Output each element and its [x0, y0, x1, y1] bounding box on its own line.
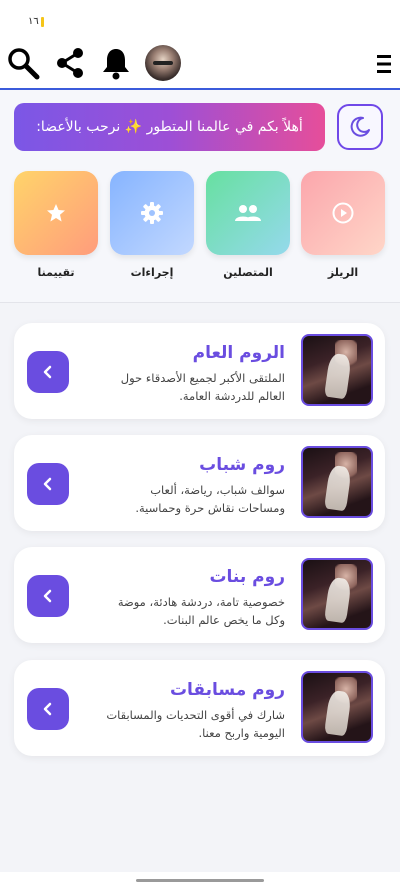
room-card-general[interactable]: الروم العام الملتقى الأكبر لجميع الأصدقا…: [14, 323, 385, 419]
rate-tile[interactable]: [14, 171, 98, 255]
reels-label: الريلز: [327, 266, 359, 279]
welcome-text: أهلاً بكم في عالمنا المتطور ✨ نرحب بالأع…: [36, 119, 303, 135]
actions-label: إجراءات: [130, 266, 174, 279]
theme-toggle-button[interactable]: [337, 104, 383, 150]
avatar[interactable]: [145, 45, 181, 81]
enter-room-button[interactable]: [27, 575, 69, 617]
search-icon[interactable]: [6, 46, 40, 80]
share-icon[interactable]: [54, 47, 86, 79]
gear-icon: [141, 202, 163, 224]
room-description: شارك في أقوى التحديات والمسابقات اليومية…: [106, 708, 285, 740]
play-icon: [332, 202, 354, 224]
room-card-contests[interactable]: روم مسابقات شارك في أقوى التحديات والمسا…: [14, 660, 385, 756]
room-card-girls[interactable]: روم بنات خصوصية تامة، دردشة هادئة، موضة …: [14, 547, 385, 643]
chevron-left-icon: [43, 702, 52, 716]
room-thumbnail: [301, 446, 373, 518]
welcome-banner: أهلاً بكم في عالمنا المتطور ✨ نرحب بالأع…: [14, 103, 325, 151]
room-title: روم شباب: [199, 455, 285, 475]
room-title: الروم العام: [192, 343, 285, 363]
home-handle[interactable]: [136, 879, 264, 882]
room-title: روم مسابقات: [169, 680, 285, 700]
status-time: ١٦: [28, 16, 39, 27]
enter-room-button[interactable]: [27, 688, 69, 730]
rate-label: تقييمنا: [37, 266, 75, 279]
enter-room-button[interactable]: [27, 463, 69, 505]
reels-tile[interactable]: [301, 171, 385, 255]
users-icon: [235, 205, 261, 221]
online-label: المتصلين: [223, 266, 273, 279]
online-tile[interactable]: [206, 171, 290, 255]
chevron-left-icon: [43, 365, 52, 379]
room-title: روم بنات: [209, 567, 285, 587]
chevron-left-icon: [43, 589, 52, 603]
navigation-bar: [0, 872, 400, 889]
actions-tile[interactable]: [110, 171, 194, 255]
bell-icon[interactable]: [101, 46, 131, 80]
room-card-youth[interactable]: روم شباب سوالف شباب، رياضة، ألعاب ومساحا…: [14, 435, 385, 531]
moon-icon: [350, 116, 370, 137]
room-thumbnail: [301, 558, 373, 630]
room-description: سوالف شباب، رياضة، ألعاب ومساحات نقاش حر…: [135, 483, 285, 515]
status-left: ١٦: [28, 16, 44, 27]
menu-icon[interactable]: [376, 54, 392, 74]
room-thumbnail: [301, 334, 373, 406]
chevron-left-icon: [43, 477, 52, 491]
room-description: خصوصية تامة، دردشة هادئة، موضة وكل ما يخ…: [117, 595, 285, 627]
room-description: الملتقى الأكبر لجميع الأصدقاء حول العالم…: [120, 371, 285, 403]
room-thumbnail: [301, 671, 373, 743]
star-icon: [47, 204, 65, 222]
status-bar: ١٦: [0, 0, 400, 38]
enter-room-button[interactable]: [27, 351, 69, 393]
battery-icon: [40, 16, 44, 27]
